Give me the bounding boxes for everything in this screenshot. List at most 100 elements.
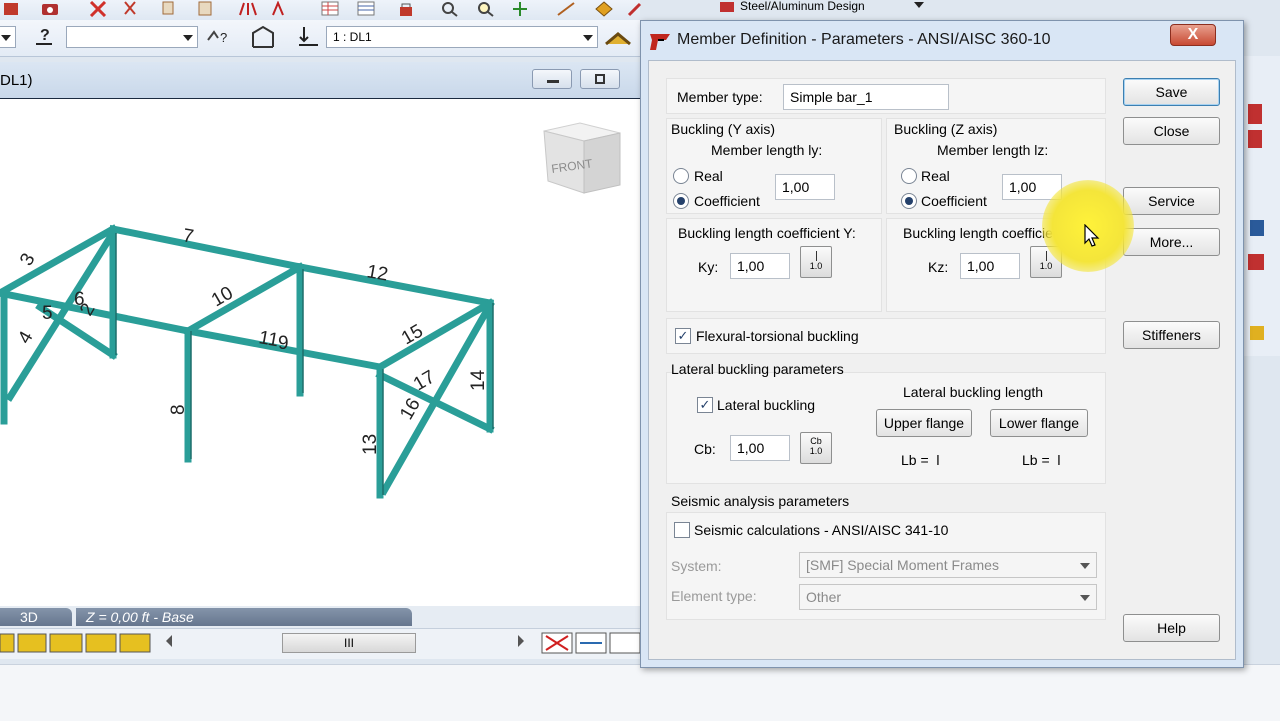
ky-field[interactable]: 1,00 bbox=[730, 253, 790, 279]
save-button[interactable]: Save bbox=[1123, 78, 1220, 106]
lateral-length-title: Lateral buckling length bbox=[903, 384, 1044, 400]
ky-diagram-button[interactable]: 1.0 bbox=[800, 246, 832, 278]
main-toolbar-top bbox=[0, 0, 642, 21]
coefficient-y-label: Coefficient bbox=[694, 193, 760, 209]
help-question-icon[interactable]: ? bbox=[34, 24, 56, 48]
mouse-cursor-icon bbox=[1084, 224, 1100, 247]
kz-field[interactable]: 1,00 bbox=[960, 253, 1020, 279]
member-label: 12 bbox=[365, 261, 389, 285]
measure-icon[interactable] bbox=[556, 1, 576, 17]
zoom-icon[interactable] bbox=[440, 1, 460, 17]
load-display-icon[interactable] bbox=[604, 26, 632, 50]
frame-view-icon[interactable] bbox=[250, 25, 276, 49]
structure-icon[interactable] bbox=[594, 1, 614, 17]
view-cube[interactable]: FRONT bbox=[543, 122, 621, 194]
upper-flange-button[interactable]: Upper flange bbox=[876, 409, 972, 437]
member-label: 4 bbox=[14, 327, 38, 347]
seismic-title: Seismic analysis parameters bbox=[671, 493, 850, 509]
lateral-title: Lateral buckling parameters bbox=[671, 361, 844, 377]
load-case-value: 1 : DL1 bbox=[333, 30, 372, 44]
chevron-down-icon bbox=[914, 2, 924, 8]
real-z-radio[interactable] bbox=[901, 168, 917, 184]
kz-label: Kz: bbox=[928, 259, 949, 275]
scroll-right-icon[interactable] bbox=[518, 635, 524, 647]
lower-flange-button[interactable]: Lower flange bbox=[990, 409, 1088, 437]
more-button[interactable]: More... bbox=[1123, 228, 1220, 256]
query-icon[interactable]: ? bbox=[206, 28, 232, 48]
buckling-z-title: Buckling (Z axis) bbox=[894, 121, 998, 137]
restore-button[interactable] bbox=[580, 69, 620, 89]
service-button[interactable]: Service bbox=[1123, 187, 1220, 215]
close-button[interactable]: Close bbox=[1123, 117, 1220, 145]
coef-y-title: Buckling length coefficient Y: bbox=[678, 225, 856, 241]
ky-label: Ky: bbox=[698, 259, 719, 275]
scroll-left-icon[interactable] bbox=[166, 635, 172, 647]
svg-text:?: ? bbox=[220, 30, 227, 45]
results-table-icon[interactable] bbox=[356, 1, 376, 17]
seismic-checkbox[interactable] bbox=[674, 522, 690, 538]
coefficient-z-radio[interactable] bbox=[901, 193, 917, 209]
lateral-buckling-checkbox[interactable]: ✓ bbox=[697, 397, 713, 413]
cb-label: Cb: bbox=[694, 441, 716, 457]
real-y-radio[interactable] bbox=[673, 168, 689, 184]
steel-design-icon bbox=[720, 1, 734, 12]
member-label: 2 bbox=[76, 300, 99, 320]
table-icon[interactable] bbox=[320, 1, 340, 17]
structure-model[interactable]: FRONT 3 7 12 6 2 5 10 4 11 9 15 8 14 17 … bbox=[0, 99, 640, 606]
status-bar bbox=[0, 664, 1280, 721]
pan-icon[interactable] bbox=[510, 1, 530, 17]
delete-icon[interactable] bbox=[88, 1, 108, 17]
ky-button-text: 1.0 bbox=[809, 261, 823, 271]
paste-icon[interactable] bbox=[196, 1, 216, 17]
real-z-label: Real bbox=[921, 168, 950, 184]
right-toolbar-icons[interactable] bbox=[1244, 56, 1280, 356]
display-icons[interactable] bbox=[0, 632, 160, 654]
kz-button-text: 1.0 bbox=[1039, 261, 1053, 271]
seismic-label: Seismic calculations - ANSI/AISC 341-10 bbox=[694, 522, 949, 538]
design-combo-partial[interactable]: Steel/Aluminum Design bbox=[720, 0, 926, 14]
member-label: 13 bbox=[360, 434, 381, 455]
flexural-torsional-checkbox[interactable]: ✓ bbox=[675, 328, 691, 344]
system-label: System: bbox=[671, 558, 722, 574]
chevron-down-icon bbox=[1080, 563, 1090, 569]
tools-icon[interactable] bbox=[626, 1, 646, 17]
3d-viewport[interactable]: FRONT 3 7 12 6 2 5 10 4 11 9 15 8 14 17 … bbox=[0, 99, 640, 606]
lock-icon[interactable] bbox=[396, 1, 416, 17]
close-window-button[interactable]: X bbox=[1170, 24, 1216, 46]
tab-plane[interactable]: Z = 0,00 ft - Base bbox=[76, 608, 412, 626]
svg-text:?: ? bbox=[40, 27, 50, 44]
help-button[interactable]: Help bbox=[1123, 614, 1220, 642]
view-title: DL1) bbox=[0, 72, 33, 89]
main-toolbar-second: ? ? 1 : DL1 bbox=[0, 20, 640, 57]
view-combo[interactable] bbox=[0, 26, 16, 48]
stiffeners-button[interactable]: Stiffeners bbox=[1123, 321, 1220, 349]
selection-combo[interactable] bbox=[66, 26, 198, 48]
cb-field[interactable]: 1,00 bbox=[730, 435, 790, 461]
toolbar-icon[interactable] bbox=[2, 1, 22, 17]
element-type-select[interactable]: Other bbox=[799, 584, 1097, 610]
length-y-field[interactable]: 1,00 bbox=[775, 174, 835, 200]
member-type-field[interactable]: Simple bar_1 bbox=[783, 84, 949, 110]
system-select[interactable]: [SMF] Special Moment Frames bbox=[799, 552, 1097, 578]
cb-button[interactable]: Cb 1.0 bbox=[800, 432, 832, 464]
cut-icon[interactable] bbox=[120, 1, 140, 17]
cb-button-bottom: 1.0 bbox=[809, 446, 823, 456]
load-case-combo[interactable]: 1 : DL1 bbox=[326, 26, 598, 48]
zoom-in-icon[interactable] bbox=[476, 1, 496, 17]
camera-icon[interactable] bbox=[40, 1, 60, 17]
system-value: [SMF] Special Moment Frames bbox=[806, 557, 999, 573]
scroll-thumb[interactable]: III bbox=[282, 633, 416, 653]
member-label: 16 bbox=[396, 395, 425, 424]
support-tool-icon[interactable] bbox=[270, 1, 290, 17]
coefficient-y-radio[interactable] bbox=[673, 193, 689, 209]
load-case-icon[interactable] bbox=[296, 25, 322, 49]
copy-icon[interactable] bbox=[160, 1, 180, 17]
member-label: 8 bbox=[168, 404, 189, 415]
tab-3d[interactable]: 3D bbox=[0, 608, 72, 626]
chevron-down-icon bbox=[1080, 595, 1090, 601]
frame-tool-icon[interactable] bbox=[238, 1, 258, 17]
minimize-button[interactable] bbox=[532, 69, 572, 89]
view-mode-icons[interactable] bbox=[540, 632, 640, 654]
scroll-thumb-grip: III bbox=[343, 636, 354, 650]
member-length-z-label: Member length lz: bbox=[937, 142, 1049, 158]
